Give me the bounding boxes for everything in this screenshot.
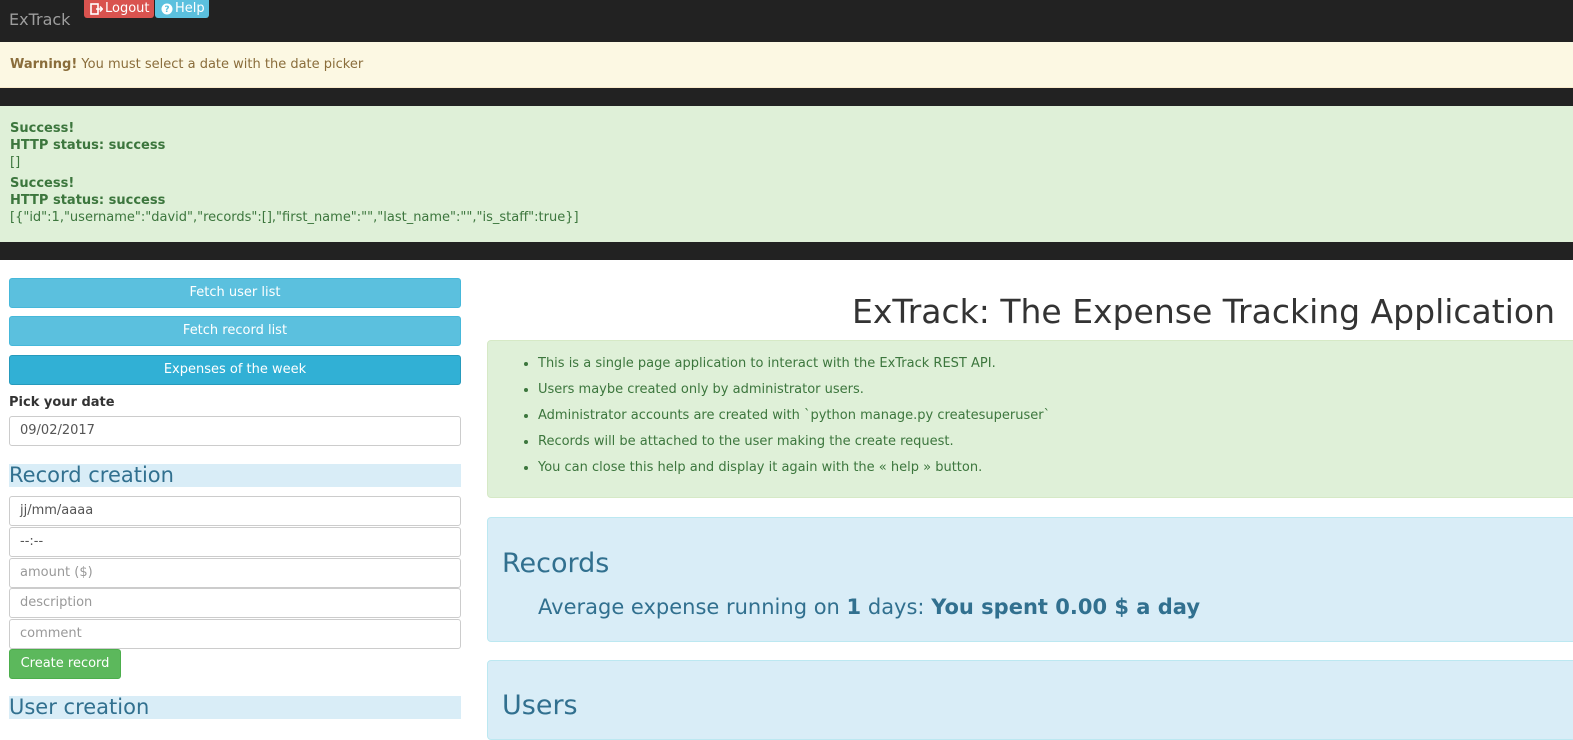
list-item: Administrator accounts are created with … <box>538 407 1050 433</box>
divider <box>0 242 1573 260</box>
logout-label: Logout <box>105 1 150 16</box>
average-expense: Average expense running on 1 days: You s… <box>538 595 1200 619</box>
logout-icon <box>90 3 103 15</box>
navbar: ExTrack Logout ? Help <box>0 0 1573 42</box>
response-body: [{"id":1,"username":"david","records":[]… <box>10 210 579 225</box>
question-circle-icon: ? <box>161 3 173 15</box>
avg-days: 1 <box>846 595 862 619</box>
amount-input[interactable]: amount ($) <box>9 558 461 588</box>
list-item: This is a single page application to int… <box>538 355 1050 381</box>
description-input[interactable]: description <box>9 588 461 618</box>
date-picker-input[interactable]: 09/02/2017 <box>9 416 461 446</box>
record-creation-title: Record creation <box>9 464 461 487</box>
users-panel: Users <box>487 660 1573 740</box>
record-time-input[interactable]: --:-- <box>9 527 461 557</box>
warning-alert: Warning! You must select a date with the… <box>0 42 1573 88</box>
record-date-input[interactable]: jj/mm/aaaa <box>9 496 461 526</box>
fetch-users-button[interactable]: Fetch user list <box>9 278 461 308</box>
week-expenses-button[interactable]: Expenses of the week <box>9 355 461 385</box>
success-title: Success! <box>10 121 75 136</box>
records-title: Records <box>502 548 610 579</box>
avg-result: You spent 0.00 $ a day <box>931 595 1201 619</box>
success-alert: Success! HTTP status: success [] Success… <box>0 106 1573 242</box>
success-title: Success! <box>10 176 75 191</box>
avg-prefix: Average expense running on <box>538 595 840 619</box>
avg-days-suffix: days: <box>867 595 925 619</box>
http-status: HTTP status: success <box>10 138 166 153</box>
list-item: Records will be attached to the user mak… <box>538 433 1050 459</box>
help-panel: This is a single page application to int… <box>487 340 1573 498</box>
comment-input[interactable]: comment <box>9 619 461 649</box>
help-label: Help <box>175 1 205 16</box>
create-record-button[interactable]: Create record <box>9 649 121 679</box>
brand[interactable]: ExTrack <box>9 10 70 29</box>
fetch-records-button[interactable]: Fetch record list <box>9 316 461 346</box>
help-button[interactable]: ? Help <box>155 0 209 18</box>
http-status: HTTP status: success <box>10 193 166 208</box>
list-item: Users maybe created only by administrato… <box>538 381 1050 407</box>
pick-date-label: Pick your date <box>9 395 115 410</box>
svg-text:?: ? <box>164 5 169 15</box>
divider <box>0 88 1573 106</box>
warning-message: You must select a date with the date pic… <box>81 57 364 72</box>
users-title: Users <box>502 690 578 721</box>
user-creation-title: User creation <box>9 696 461 719</box>
list-item: You can close this help and display it a… <box>538 459 1050 485</box>
records-panel: Records Average expense running on 1 day… <box>487 517 1573 642</box>
help-list: This is a single page application to int… <box>538 355 1050 485</box>
logout-button[interactable]: Logout <box>84 0 154 18</box>
response-body: [] <box>10 155 21 170</box>
warning-title: Warning! <box>10 57 78 72</box>
page-title: ExTrack: The Expense Tracking Applicatio… <box>852 292 1555 331</box>
